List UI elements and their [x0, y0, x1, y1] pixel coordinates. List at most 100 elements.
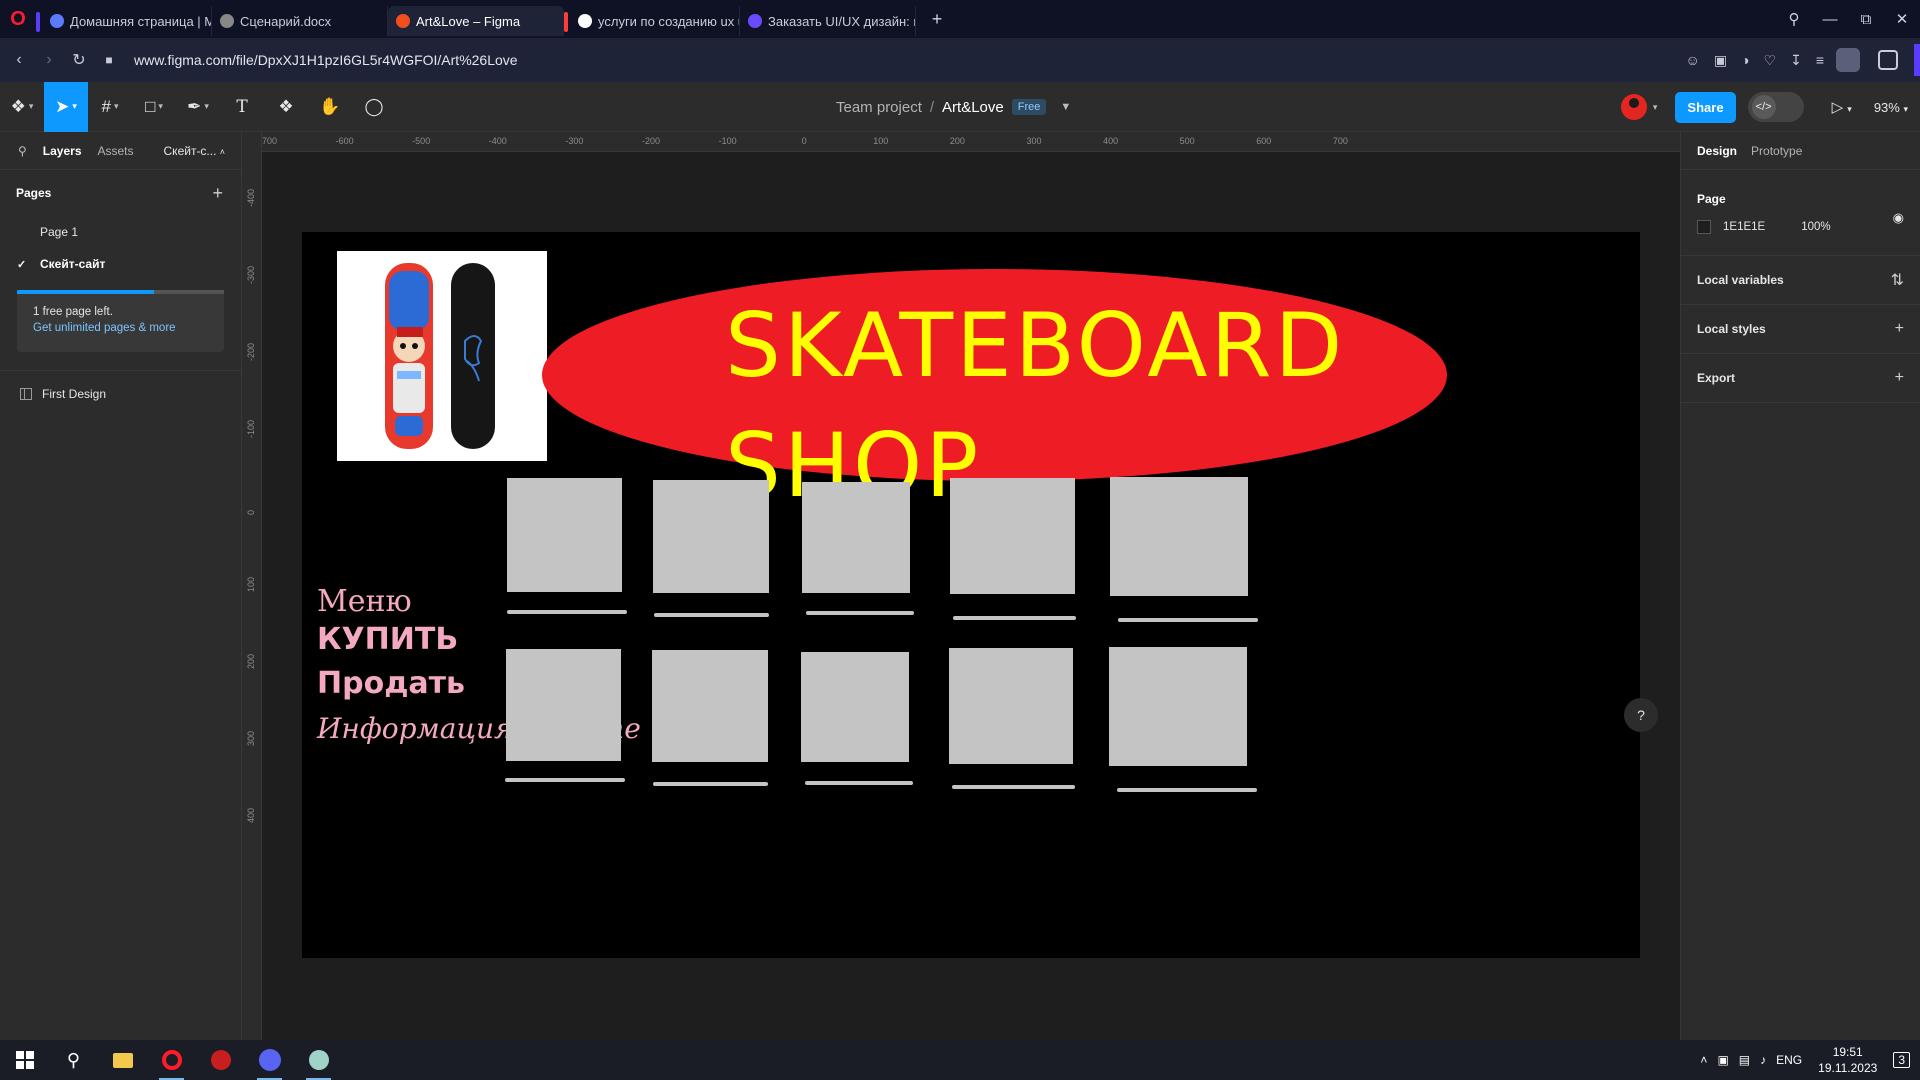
local-styles-row[interactable]: Local styles +	[1681, 305, 1920, 354]
page-opacity-value[interactable]: 100%	[1801, 221, 1830, 233]
emoji-icon[interactable]: ☺	[1686, 52, 1700, 68]
close-icon[interactable]: ✕	[1884, 10, 1920, 28]
reload-icon[interactable]: ↻	[64, 50, 94, 70]
title-line-1[interactable]: SKATEBOARD	[725, 294, 1345, 397]
notifications-icon[interactable]: 3	[1893, 1052, 1910, 1068]
file-explorer-icon[interactable]	[98, 1040, 147, 1080]
export-row[interactable]: Export +	[1681, 354, 1920, 403]
product-caption-line[interactable]	[654, 613, 769, 617]
product-tile[interactable]	[949, 648, 1073, 764]
product-caption-line[interactable]	[805, 781, 913, 785]
product-tile[interactable]	[652, 650, 768, 762]
dev-mode-toggle[interactable]: </>	[1747, 92, 1804, 122]
help-button[interactable]: ?	[1624, 698, 1658, 732]
camera-icon[interactable]: ▣	[1714, 52, 1727, 69]
minimize-icon[interactable]: —	[1812, 11, 1848, 28]
skateboard-image[interactable]	[337, 251, 547, 461]
browser-tab[interactable]: Заказать UI/UX дизайн: п	[740, 6, 916, 36]
avatar[interactable]	[1620, 94, 1647, 120]
add-export-icon[interactable]: +	[1895, 369, 1904, 387]
page-item[interactable]: ✓ Скейт-сайт	[0, 248, 241, 280]
upgrade-link[interactable]: Get unlimited pages & more	[33, 322, 208, 334]
file-name[interactable]: Art&Love	[942, 99, 1004, 116]
page-color-swatch[interactable]	[1697, 220, 1711, 234]
product-caption-line[interactable]	[1117, 788, 1257, 792]
team-name[interactable]: Team project	[836, 99, 922, 116]
browser-tab[interactable]: Сценарий.docx	[212, 6, 388, 36]
start-button[interactable]	[0, 1040, 49, 1080]
heart-icon[interactable]: ♡	[1764, 52, 1777, 69]
hand-tool-button[interactable]: ✋	[308, 82, 352, 132]
product-caption-line[interactable]	[1118, 618, 1258, 622]
page-color-value[interactable]: 1E1E1E	[1723, 221, 1765, 233]
browser-tab[interactable]: услуги по созданию ux ui	[564, 6, 740, 36]
product-tile[interactable]	[507, 478, 622, 592]
menu-icon[interactable]: ≡	[1816, 52, 1824, 68]
resources-tool-button[interactable]: ❖	[264, 82, 308, 132]
menu-buy-text[interactable]: КУПИТЬ	[317, 622, 458, 657]
product-tile[interactable]	[653, 480, 769, 593]
pen-tool-button[interactable]: ✒ ▾	[176, 82, 220, 132]
browser-tab[interactable]: Art&Love – Figma	[388, 6, 564, 36]
paint-taskbar-icon[interactable]	[294, 1040, 343, 1080]
zoom-menu[interactable]: 93% ▾	[1874, 100, 1908, 115]
back-icon[interactable]: ‹	[4, 51, 34, 69]
product-tile[interactable]	[1109, 647, 1247, 766]
menu-title-text[interactable]: Меню	[317, 584, 412, 619]
clock[interactable]: 19:51 19.11.2023	[1818, 1044, 1877, 1076]
figma-menu-button[interactable]: ❖ ▾	[0, 82, 44, 132]
frame-tool-button[interactable]: # ▾	[88, 82, 132, 132]
add-page-icon[interactable]: +	[212, 183, 223, 204]
present-button[interactable]: ▷ ▾	[1832, 98, 1852, 116]
design-frame[interactable]: SKATEBOARD SHOP Меню КУПИТЬ Продать Инфо…	[302, 232, 1640, 958]
product-tile[interactable]	[801, 652, 909, 762]
opera-logo-icon[interactable]: O	[0, 0, 36, 38]
browser-tab[interactable]: Домашняя страница | Мо	[36, 6, 212, 36]
eye-icon[interactable]: ◉	[1893, 210, 1904, 226]
product-tile[interactable]	[1110, 477, 1248, 596]
search-icon[interactable]: ⚲	[18, 144, 27, 158]
shape-tool-button[interactable]: □ ▾	[132, 82, 176, 132]
layer-item-first-design[interactable]: First Design	[0, 378, 241, 410]
extensions-icon[interactable]	[1878, 50, 1898, 70]
language-indicator[interactable]: ENG	[1776, 1053, 1802, 1067]
local-variables-row[interactable]: Local variables ⇅	[1681, 256, 1920, 305]
text-tool-button[interactable]: T	[220, 82, 264, 132]
variables-settings-icon[interactable]: ⇅	[1891, 270, 1904, 290]
opera-taskbar-icon[interactable]	[147, 1040, 196, 1080]
page-item[interactable]: Page 1	[0, 216, 241, 248]
page-selector[interactable]: Скейт-с... ˄	[164, 144, 226, 158]
chevron-down-icon[interactable]: ▼	[1060, 101, 1071, 113]
product-caption-line[interactable]	[952, 785, 1075, 789]
network-icon[interactable]: ▤	[1739, 1053, 1750, 1067]
volume-icon[interactable]: ♪	[1760, 1053, 1766, 1067]
product-caption-line[interactable]	[507, 610, 627, 614]
product-caption-line[interactable]	[505, 778, 625, 782]
product-tile[interactable]	[802, 482, 910, 593]
browser-search-icon[interactable]: ⚲	[1776, 10, 1812, 28]
tab-prototype[interactable]: Prototype	[1751, 144, 1802, 158]
search-taskbar-icon[interactable]: ⚲	[49, 1040, 98, 1080]
page-fill-row[interactable]: 1E1E1E 100%	[1697, 220, 1904, 234]
tab-layers[interactable]: Layers	[43, 144, 82, 158]
add-style-icon[interactable]: +	[1895, 320, 1904, 338]
product-caption-line[interactable]	[653, 782, 768, 786]
comment-tool-button[interactable]: ◯	[352, 82, 396, 132]
share-button[interactable]: Share	[1675, 91, 1736, 123]
forward-icon[interactable]: ›	[34, 51, 64, 69]
new-tab-button[interactable]: +	[922, 4, 952, 34]
product-caption-line[interactable]	[953, 616, 1076, 620]
restore-icon[interactable]: ⧉	[1848, 11, 1884, 28]
canvas[interactable]: -700 -600 -500 -400 -300 -200 -100 0 100 200 300 40…	[242, 132, 1680, 1040]
download-icon[interactable]: ↧	[1790, 52, 1802, 69]
product-tile[interactable]	[506, 649, 621, 761]
url-field[interactable]: www.figma.com/file/DpxXJ1H1pzI6GL5r4WGFO…	[134, 52, 518, 68]
product-caption-line[interactable]	[806, 611, 914, 615]
tab-design[interactable]: Design	[1697, 144, 1737, 158]
chevron-up-icon[interactable]: ˄	[1700, 1053, 1707, 1067]
profile-icon[interactable]	[1836, 48, 1860, 72]
move-tool-button[interactable]: ➤ ▾	[44, 81, 88, 132]
menu-sell-text[interactable]: Продать	[317, 666, 465, 701]
shield-icon[interactable]: ◑	[1741, 52, 1749, 68]
tab-assets[interactable]: Assets	[98, 144, 134, 158]
